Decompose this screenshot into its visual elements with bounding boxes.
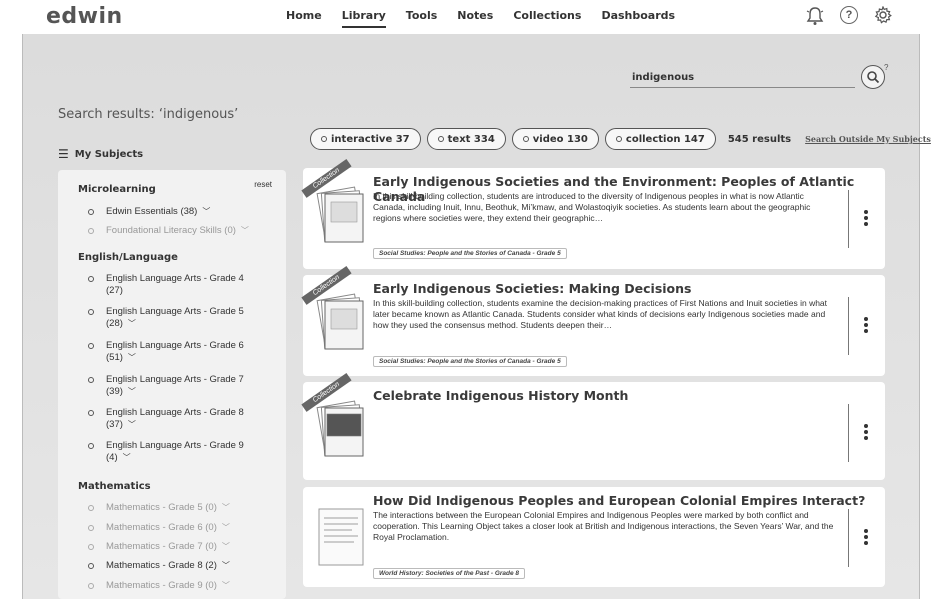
- my-subjects-label: My Subjects: [74, 148, 144, 160]
- card-description: In this skill-building collection, stude…: [373, 298, 828, 330]
- subject-item[interactable]: English Language Arts - Grade 8 (37) ﹀: [88, 407, 273, 431]
- subject-item[interactable]: English Language Arts - Grade 6 (51) ﹀: [88, 340, 273, 364]
- group-title-microlearning: Microlearning: [78, 184, 156, 195]
- results-count: 545 results: [727, 133, 792, 145]
- chip-label: text 334: [447, 133, 495, 145]
- divider: [848, 404, 849, 462]
- radio-icon: [88, 343, 94, 349]
- gear-icon[interactable]: [873, 5, 893, 26]
- logo[interactable]: edwin: [46, 4, 123, 29]
- radio-icon: [88, 525, 94, 531]
- radio-icon: [88, 410, 94, 416]
- chip-dot-icon: [615, 136, 622, 142]
- filter-icon: ☰: [58, 147, 69, 161]
- my-subjects-toggle[interactable]: ☰ My Subjects: [58, 147, 143, 161]
- help-icon[interactable]: ?: [840, 6, 858, 24]
- subject-item[interactable]: Mathematics - Grade 9 (0) ﹀: [88, 580, 273, 592]
- group-title-mathematics: Mathematics: [78, 481, 151, 492]
- radio-icon: [88, 443, 94, 449]
- nav-home[interactable]: Home: [286, 9, 322, 22]
- subject-item[interactable]: English Language Arts - Grade 7 (39) ﹀: [88, 374, 273, 398]
- nav-library[interactable]: Library: [341, 9, 386, 28]
- result-card[interactable]: Collection Early Indigenous Societies: M…: [301, 266, 885, 376]
- radio-icon: [88, 209, 94, 215]
- card-subject-tag: Social Studies: People and the Stories o…: [373, 248, 567, 259]
- main-nav: Home Library Tools Notes Collections Das…: [286, 9, 695, 28]
- card-title[interactable]: Celebrate Indigenous History Month: [373, 388, 628, 403]
- card-subject-tag: World History: Societies of the Past - G…: [373, 568, 526, 579]
- card-subject-tag: Social Studies: People and the Stories o…: [373, 356, 567, 367]
- search-help-mark[interactable]: ?: [884, 63, 888, 72]
- result-card[interactable]: Collection Celebrate Indigenous History …: [301, 373, 885, 480]
- result-card[interactable]: Collection Early Indigenous Societies an…: [301, 159, 885, 269]
- bell-icon[interactable]: [805, 6, 825, 26]
- radio-icon: [88, 583, 94, 589]
- radio-icon: [88, 377, 94, 383]
- chip-video[interactable]: video 130: [511, 128, 599, 150]
- subject-item[interactable]: English Language Arts - Grade 4 (27): [88, 273, 273, 297]
- radio-icon: [88, 505, 94, 511]
- chip-dot-icon: [437, 136, 444, 142]
- chip-interactive[interactable]: interactive 37: [310, 128, 421, 150]
- card-title[interactable]: Early Indigenous Societies: Making Decis…: [373, 281, 691, 296]
- chip-collection[interactable]: collection 147: [604, 128, 716, 150]
- top-icons: ?: [790, 5, 893, 26]
- filter-chips: interactive 37 text 334 video 130 collec…: [310, 128, 931, 150]
- search-outside-link[interactable]: Search Outside My Subjects: [805, 134, 931, 144]
- more-options-icon[interactable]: [863, 527, 869, 547]
- search-icon: [867, 71, 880, 84]
- radio-icon: [88, 563, 94, 569]
- radio-icon: [88, 309, 94, 315]
- chip-label: collection 147: [625, 133, 705, 145]
- subject-item[interactable]: Mathematics - Grade 8 (2) ﹀: [88, 560, 273, 572]
- card-description: In this skill-building collection, stude…: [373, 191, 811, 223]
- subject-item[interactable]: Mathematics - Grade 5 (0) ﹀: [88, 502, 273, 514]
- subject-item[interactable]: Foundational Literacy Skills (0) ﹀: [88, 225, 273, 237]
- more-options-icon[interactable]: [863, 315, 869, 335]
- subjects-sidebar: Microlearning reset Edwin Essentials (38…: [58, 170, 286, 599]
- card-title[interactable]: How Did Indigenous Peoples and European …: [373, 493, 865, 508]
- radio-icon: [88, 228, 94, 234]
- chip-label: interactive 37: [331, 133, 410, 145]
- subject-item[interactable]: Mathematics - Grade 6 (0) ﹀: [88, 522, 273, 534]
- divider: [848, 509, 849, 567]
- search-bar: [630, 65, 885, 90]
- subject-item[interactable]: English Language Arts - Grade 9 (4) ﹀: [88, 440, 273, 464]
- page-title: Search results: ‘indigenous’: [58, 107, 239, 122]
- card-description: The interactions between the European Co…: [373, 510, 834, 542]
- divider: [848, 297, 849, 355]
- search-button[interactable]: [861, 65, 885, 89]
- subject-item[interactable]: Mathematics - Grade 7 (0) ﹀: [88, 541, 273, 553]
- nav-collections[interactable]: Collections: [513, 9, 581, 22]
- nav-tools[interactable]: Tools: [406, 9, 437, 22]
- result-card[interactable]: How Did Indigenous Peoples and European …: [303, 487, 885, 587]
- chip-dot-icon: [321, 136, 327, 142]
- search-input[interactable]: [630, 68, 855, 88]
- group-title-english: English/Language: [78, 252, 178, 263]
- nav-dashboards[interactable]: Dashboards: [601, 9, 675, 22]
- subject-item[interactable]: Edwin Essentials (38) ﹀: [88, 206, 273, 218]
- more-options-icon[interactable]: [863, 208, 869, 228]
- chip-text[interactable]: text 334: [426, 128, 506, 150]
- radio-icon: [88, 276, 94, 282]
- chip-label: video 130: [532, 133, 588, 145]
- divider: [848, 190, 849, 248]
- top-bar: edwin Home Library Tools Notes Collectio…: [0, 0, 943, 34]
- learning-object-thumbnail: [318, 508, 364, 566]
- subject-item[interactable]: English Language Arts - Grade 5 (28) ﹀: [88, 306, 273, 330]
- app-frame: edwin Home Library Tools Notes Collectio…: [0, 0, 943, 599]
- reset-link[interactable]: reset: [254, 180, 272, 189]
- chip-dot-icon: [522, 136, 529, 142]
- nav-notes[interactable]: Notes: [457, 9, 493, 22]
- more-options-icon[interactable]: [863, 422, 869, 442]
- radio-icon: [88, 544, 94, 550]
